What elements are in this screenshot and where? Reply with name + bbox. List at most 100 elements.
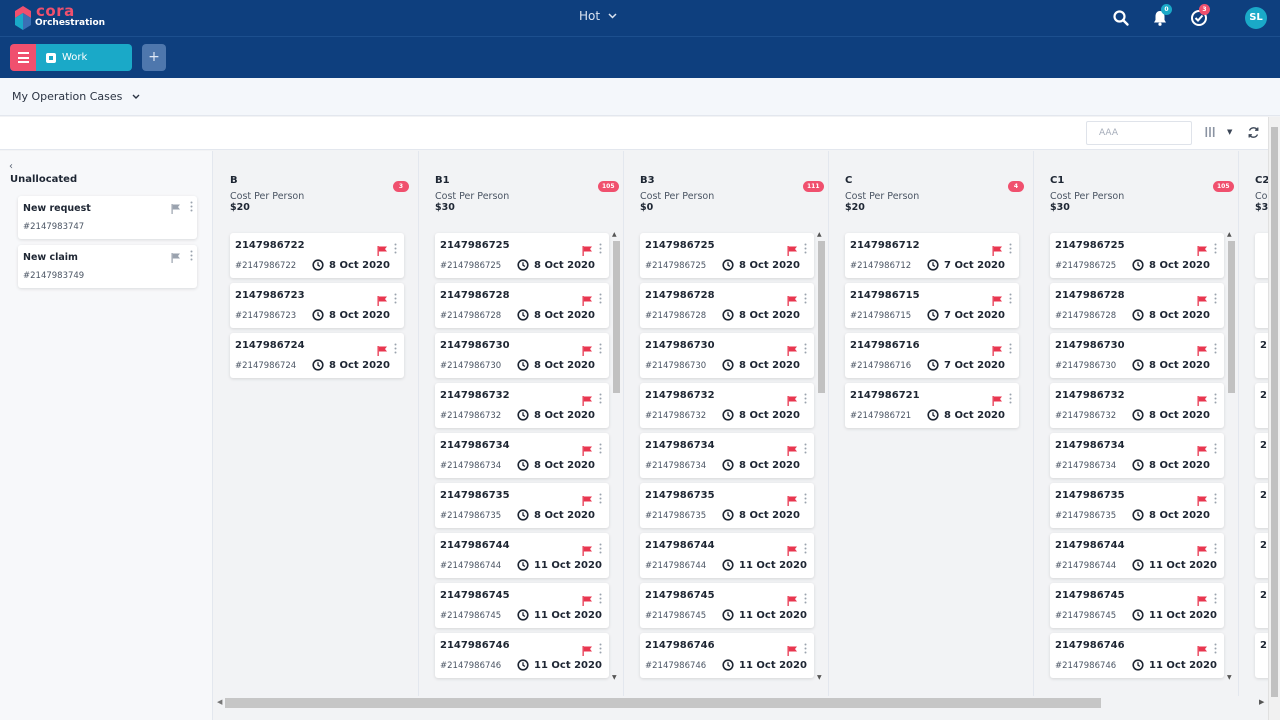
flag-icon[interactable] — [1197, 396, 1207, 406]
case-card[interactable]: 2147986744 #2147986744 11 Oct 2020 — [1050, 533, 1224, 578]
unallocated-card[interactable]: New claim #2147983749 — [18, 245, 197, 288]
more-options-icon[interactable] — [599, 493, 602, 504]
case-card[interactable]: 2147986724 #2147986724 8 Oct 2020 — [230, 333, 404, 378]
case-flag[interactable] — [1197, 641, 1207, 660]
case-card[interactable]: 2 — [1255, 533, 1268, 578]
case-card[interactable]: 2147986735 #2147986735 8 Oct 2020 — [1050, 483, 1224, 528]
case-card[interactable]: 2147986723 #2147986723 8 Oct 2020 — [230, 283, 404, 328]
case-menu[interactable] — [1214, 389, 1217, 408]
case-card[interactable]: 2147986728 #2147986728 8 Oct 2020 — [640, 283, 814, 328]
case-menu[interactable] — [1214, 639, 1217, 658]
refresh-icon[interactable] — [1247, 126, 1260, 139]
case-menu[interactable] — [599, 639, 602, 658]
case-menu[interactable] — [1009, 389, 1012, 408]
more-options-icon[interactable] — [1214, 293, 1217, 304]
scrollbar-thumb[interactable] — [1228, 241, 1235, 393]
flag-icon[interactable] — [787, 446, 797, 456]
case-menu[interactable] — [804, 539, 807, 558]
more-options-icon[interactable] — [599, 393, 602, 404]
case-flag[interactable] — [1197, 391, 1207, 410]
flag-icon[interactable] — [582, 296, 592, 306]
scroll-up-arrow[interactable]: ▲ — [612, 231, 617, 238]
case-card[interactable]: 2147986744 #2147986744 11 Oct 2020 — [640, 533, 814, 578]
more-options-icon[interactable] — [190, 201, 193, 212]
board-horizontal-scrollbar[interactable]: ◀ ▶ — [214, 696, 1268, 710]
case-card[interactable]: 2147986732 #2147986732 8 Oct 2020 — [640, 383, 814, 428]
scrollbar-thumb[interactable] — [225, 698, 1101, 708]
case-card[interactable] — [1255, 283, 1268, 328]
more-options-icon[interactable] — [599, 243, 602, 254]
more-options-icon[interactable] — [1214, 643, 1217, 654]
case-card[interactable]: 2147986734 #2147986734 8 Oct 2020 — [640, 433, 814, 478]
case-card[interactable]: 2147986745 #2147986745 11 Oct 2020 — [1050, 583, 1224, 628]
flag-icon[interactable] — [787, 546, 797, 556]
case-card[interactable]: 2147986745 #2147986745 11 Oct 2020 — [435, 583, 609, 628]
more-options-icon[interactable] — [599, 443, 602, 454]
case-flag[interactable] — [582, 241, 592, 260]
flag-icon[interactable] — [1197, 346, 1207, 356]
flag-icon[interactable] — [1197, 496, 1207, 506]
case-menu[interactable] — [1214, 589, 1217, 608]
case-card[interactable]: 2147986744 #2147986744 11 Oct 2020 — [435, 533, 609, 578]
case-flag[interactable] — [582, 341, 592, 360]
case-card[interactable]: 2147986725 #2147986725 8 Oct 2020 — [1050, 233, 1224, 278]
case-menu[interactable] — [394, 239, 397, 258]
case-menu[interactable] — [804, 389, 807, 408]
more-options-icon[interactable] — [804, 593, 807, 604]
case-card[interactable] — [1255, 233, 1268, 278]
case-menu[interactable] — [599, 589, 602, 608]
case-menu[interactable] — [1214, 439, 1217, 458]
flag-icon[interactable] — [992, 346, 1002, 356]
case-flag[interactable] — [1197, 441, 1207, 460]
unallocated-card[interactable]: New request #2147983747 — [18, 196, 197, 239]
operation-list-selector[interactable]: My Operation Cases — [12, 90, 140, 103]
chevron-left-icon[interactable]: ‹ — [9, 161, 13, 172]
flag-icon[interactable] — [582, 346, 592, 356]
more-options-icon[interactable] — [1214, 443, 1217, 454]
flag-icon[interactable] — [787, 596, 797, 606]
case-flag[interactable] — [1197, 241, 1207, 260]
more-options-icon[interactable] — [1214, 543, 1217, 554]
scrollbar-thumb[interactable] — [818, 241, 825, 393]
scroll-left-arrow[interactable]: ◀ — [217, 698, 222, 706]
case-menu[interactable] — [804, 639, 807, 658]
case-flag[interactable] — [1197, 341, 1207, 360]
case-card[interactable]: 2147986746 #2147986746 11 Oct 2020 — [435, 633, 609, 678]
case-card[interactable]: 2147986735 #2147986735 8 Oct 2020 — [640, 483, 814, 528]
more-options-icon[interactable] — [804, 493, 807, 504]
case-menu[interactable] — [599, 239, 602, 258]
more-options-icon[interactable] — [394, 343, 397, 354]
more-options-icon[interactable] — [599, 293, 602, 304]
case-flag[interactable] — [787, 491, 797, 510]
case-card[interactable]: 2147986728 #2147986728 8 Oct 2020 — [1050, 283, 1224, 328]
more-options-icon[interactable] — [804, 443, 807, 454]
case-card[interactable]: 2147986716 #2147986716 7 Oct 2020 — [845, 333, 1019, 378]
flag-icon[interactable] — [787, 346, 797, 356]
more-options-icon[interactable] — [394, 243, 397, 254]
case-menu[interactable] — [804, 239, 807, 258]
case-card[interactable]: 2 — [1255, 333, 1268, 378]
case-flag[interactable] — [992, 341, 1002, 360]
case-menu[interactable] — [1214, 489, 1217, 508]
hamburger-menu-button[interactable] — [10, 44, 36, 71]
more-options-icon[interactable] — [1214, 493, 1217, 504]
caret-down-icon[interactable]: ▼ — [1227, 128, 1232, 136]
case-card[interactable]: 2147986730 #2147986730 8 Oct 2020 — [435, 333, 609, 378]
more-options-icon[interactable] — [599, 593, 602, 604]
flag-icon[interactable] — [1197, 246, 1207, 256]
case-menu[interactable] — [804, 339, 807, 358]
flag-icon[interactable] — [787, 246, 797, 256]
flag-icon[interactable] — [1197, 296, 1207, 306]
more-options-icon[interactable] — [804, 643, 807, 654]
case-flag[interactable] — [582, 541, 592, 560]
case-flag[interactable] — [992, 291, 1002, 310]
more-options-icon[interactable] — [599, 343, 602, 354]
case-card[interactable]: 2147986722 #2147986722 8 Oct 2020 — [230, 233, 404, 278]
case-flag[interactable] — [582, 441, 592, 460]
case-flag[interactable] — [787, 241, 797, 260]
flag-icon[interactable] — [787, 646, 797, 656]
more-options-icon[interactable] — [394, 293, 397, 304]
flag-icon[interactable] — [582, 646, 592, 656]
more-options-icon[interactable] — [1009, 393, 1012, 404]
case-card[interactable]: 2147986746 #2147986746 11 Oct 2020 — [640, 633, 814, 678]
